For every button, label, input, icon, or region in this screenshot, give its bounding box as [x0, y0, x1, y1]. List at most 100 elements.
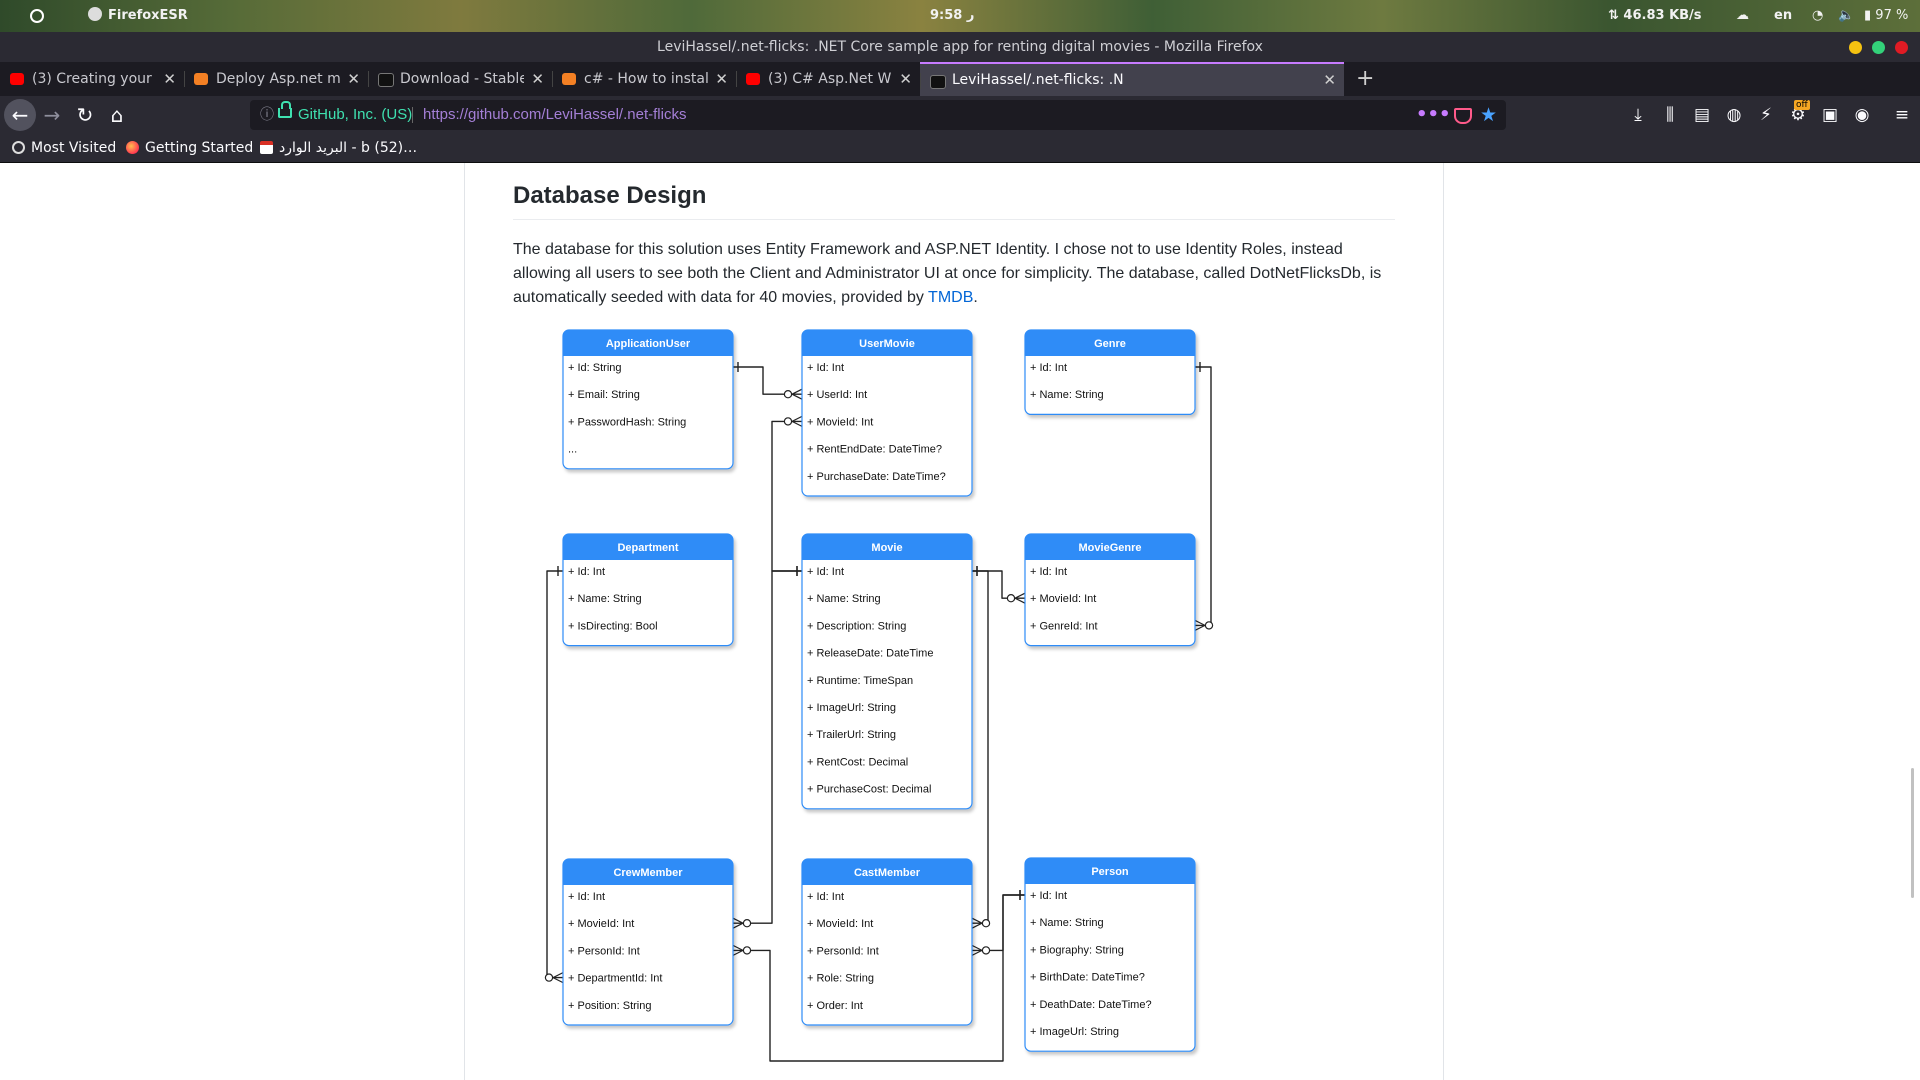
keyboard-language[interactable]: en [1774, 0, 1792, 32]
entity-field: + RentEndDate: DateTime? [807, 444, 942, 456]
bookmark-gmail-inbox[interactable]: البريد الوارد - b (52)… [260, 134, 417, 162]
clock[interactable]: ر 9:58 [930, 0, 974, 32]
entity-field: + Id: String [568, 362, 622, 374]
close-tab-icon[interactable]: ✕ [531, 62, 544, 96]
entity-title: Genre [1094, 338, 1126, 350]
entity-field: + Name: String [807, 593, 881, 605]
entity-field: + ImageUrl: String [807, 702, 896, 714]
tab-net-flicks-active[interactable]: LeviHassel/.net-flicks: .N ✕ [920, 62, 1344, 96]
os-top-bar: FirefoxESR ر 9:58 ⇅ 46.83 KB/s ☁ en ◔ 🔈 … [0, 0, 1920, 32]
entity-field: + Id: Int [807, 891, 844, 903]
stackoverflow-icon [194, 73, 208, 85]
close-tab-icon[interactable]: ✕ [715, 62, 728, 96]
active-app-menu[interactable]: FirefoxESR [88, 0, 188, 32]
close-tab-icon[interactable]: ✕ [163, 62, 176, 96]
tab-csharp-aspnet-mysql[interactable]: (3) C# Asp.Net With MyS ✕ [736, 62, 920, 96]
site-info-icon[interactable]: ⓘ [260, 100, 274, 130]
entity-field: + MovieId: Int [807, 416, 873, 428]
entity-field: + GenreId: Int [1030, 620, 1098, 632]
tab-download-stable[interactable]: Download - Stable | Mon ✕ [368, 62, 552, 96]
library-icon[interactable]: ⫼ [1656, 99, 1684, 131]
account-icon[interactable]: ◉ [1848, 99, 1876, 131]
tab-creating-first-asp[interactable]: (3) Creating your first asp ✕ [0, 62, 184, 96]
entity-field: + Id: Int [568, 566, 605, 578]
entity-field: + Id: Int [807, 362, 844, 374]
close-window-button[interactable] [1895, 41, 1908, 54]
entity-person: Person + Id: Int + Name: String + Biography… [1024, 857, 1196, 1052]
many-marker [732, 944, 744, 951]
tab-csharp-install[interactable]: c# - How to install the la ✕ [552, 62, 736, 96]
optional-marker [742, 919, 752, 928]
entity-field: + Id: Int [1030, 362, 1067, 374]
many-marker [791, 415, 803, 422]
pocket-icon[interactable] [1454, 108, 1472, 124]
reload-button[interactable]: ↻ [69, 99, 101, 131]
hamburger-menu-icon[interactable]: ≡ [1888, 99, 1916, 131]
navigation-toolbar: ← → ↻ ⌂ ⓘ GitHub, Inc. (US) https://gith… [0, 96, 1920, 134]
maximize-button[interactable] [1872, 41, 1885, 54]
optional-marker [981, 919, 991, 928]
sidebar-icon[interactable]: ▤ [1688, 99, 1716, 131]
network-speed: ⇅ 46.83 KB/s [1608, 8, 1702, 23]
weather-icon[interactable]: ☁ [1736, 0, 1749, 32]
many-marker [791, 388, 803, 395]
close-tab-icon[interactable]: ✕ [347, 62, 360, 96]
url-bar[interactable]: ⓘ GitHub, Inc. (US) https://github.com/L… [250, 100, 1506, 130]
scrollbar-thumb[interactable] [1911, 768, 1914, 898]
back-button[interactable]: ← [4, 99, 36, 131]
wifi-icon[interactable]: ◔ [1812, 0, 1823, 32]
tab-strip: (3) Creating your first asp ✕ Deploy Asp… [0, 62, 1920, 96]
tab-deploy-asp-net[interactable]: Deploy Asp.net mvc in lin ✕ [184, 62, 368, 96]
minimize-button[interactable] [1849, 41, 1862, 54]
entity-field: + Email: String [568, 389, 640, 401]
entity-field: + Id: Int [568, 891, 605, 903]
lock-icon[interactable] [278, 101, 292, 118]
close-tab-icon[interactable]: ✕ [1323, 64, 1336, 96]
many-marker [1014, 597, 1026, 604]
new-tab-button[interactable]: + [1356, 62, 1374, 96]
many-marker [1194, 624, 1206, 631]
close-tab-icon[interactable]: ✕ [899, 62, 912, 96]
window-title: LeviHassel/.net-flicks: .NET Core sample… [657, 39, 1263, 55]
entity-field: + ReleaseDate: DateTime [807, 648, 933, 660]
entity-crew-member: CrewMember + Id: Int + MovieId: Int + Perso… [562, 858, 734, 1026]
bookmark-most-visited[interactable]: Most Visited [12, 134, 116, 162]
many-marker [552, 977, 564, 984]
many-marker [971, 949, 983, 956]
window-titlebar[interactable]: LeviHassel/.net-flicks: .NET Core sample… [0, 32, 1920, 62]
forward-button[interactable]: → [36, 99, 68, 131]
downloads-icon[interactable]: ⤓ [1624, 99, 1652, 131]
entity-title: CrewMember [613, 867, 683, 879]
entity-field: + Position: String [568, 1000, 651, 1012]
optional-marker [783, 389, 793, 399]
tab-title: (3) C# Asp.Net With MyS [768, 71, 892, 87]
entity-movie: Movie + Id: Int + Name: String + Descriptio… [801, 533, 973, 810]
bookmark-label: Getting Started [145, 140, 254, 156]
activities-icon[interactable] [30, 0, 44, 32]
entity-field: + BirthDate: DateTime? [1030, 972, 1145, 984]
volume-icon[interactable]: 🔈 [1838, 0, 1854, 32]
bookmark-star-icon[interactable]: ★ [1480, 100, 1497, 130]
entity-field: + PasswordHash: String [568, 416, 686, 428]
site-identity[interactable]: GitHub, Inc. (US) [298, 100, 412, 130]
database-diagram: ApplicationUser + Id: String + Email: Stri… [544, 329, 1214, 1062]
firefox-icon [88, 7, 102, 21]
translate-icon[interactable]: ▣ [1816, 99, 1844, 131]
optional-marker [981, 946, 991, 955]
url-text[interactable]: https://github.com/LeviHassel/.net-flick… [423, 100, 686, 130]
home-button[interactable]: ⌂ [101, 99, 133, 131]
extension-icon[interactable]: ⚡ [1752, 99, 1780, 131]
tab-title: LeviHassel/.net-flicks: .N [952, 72, 1124, 88]
entity-application-user: ApplicationUser + Id: String + Email: Stri… [562, 329, 734, 470]
globe-icon[interactable]: ◍ [1720, 99, 1748, 131]
entity-field: + Name: String [568, 593, 642, 605]
page-actions-icon[interactable]: ••• [1416, 100, 1451, 130]
rel-movie-crewmember [733, 570, 802, 924]
page-content: Database Design The database for this so… [0, 163, 1920, 1080]
bookmark-label: البريد الوارد - b (52)… [279, 140, 418, 156]
optional-marker [742, 946, 752, 955]
bookmark-getting-started[interactable]: Getting Started [126, 134, 253, 162]
optional-marker [1006, 594, 1016, 603]
entity-field: + MovieId: Int [568, 918, 634, 930]
battery-indicator[interactable]: ▮ 97 % [1864, 0, 1908, 32]
